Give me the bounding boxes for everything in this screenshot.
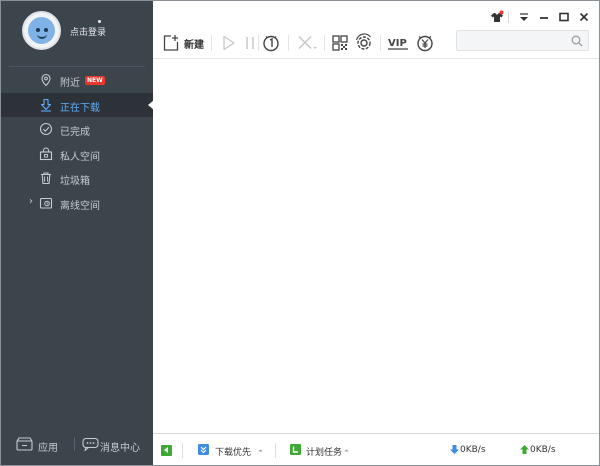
apps-icon bbox=[16, 437, 33, 451]
search-input[interactable] bbox=[461, 33, 566, 48]
collapse-sidebar-button[interactable] bbox=[161, 445, 172, 456]
trash-icon bbox=[41, 172, 51, 185]
sidebar-item-label: 正在下载 bbox=[60, 102, 100, 114]
login-link[interactable]: 点击登录 bbox=[70, 25, 106, 38]
search-icon[interactable] bbox=[571, 35, 583, 47]
status-bar: 下载优先 计划任务 0KB/s 0KB/s bbox=[153, 433, 599, 465]
svg-text:VIP: VIP bbox=[388, 38, 407, 49]
sidebar-item-downloading[interactable]: 正在下载 bbox=[1, 92, 154, 118]
notification-dot bbox=[98, 20, 101, 23]
sidebar-nav: 附近 NEW 正在下载 已完成 私人空间 垃圾箱 › 离线空间 bbox=[1, 68, 154, 216]
sidebar-footer: 应用 消息中心 bbox=[1, 429, 153, 465]
new-file-icon bbox=[163, 35, 179, 51]
maximize-button[interactable] bbox=[557, 10, 571, 24]
scheduled-task-label[interactable]: 计划任务 bbox=[306, 445, 342, 458]
qr-code-button[interactable] bbox=[330, 33, 350, 53]
menu-button[interactable] bbox=[517, 10, 531, 24]
chevron-right-icon[interactable]: › bbox=[29, 196, 33, 207]
user-profile[interactable]: 点击登录 bbox=[1, 1, 153, 61]
sidebar-item-offline-space[interactable]: › 离线空间 bbox=[1, 191, 153, 216]
toolbar-divider bbox=[211, 35, 212, 51]
money-button[interactable] bbox=[415, 33, 435, 53]
qr-code-icon bbox=[332, 35, 348, 51]
main-panel: 新建 VIP 下载优先 计划任务 0KB/s 0KB/s bbox=[153, 1, 599, 465]
download-arrow-icon bbox=[40, 98, 52, 112]
footer-divider bbox=[74, 437, 75, 451]
cloud-folder-icon bbox=[39, 197, 53, 209]
dropdown-arrow-icon[interactable] bbox=[258, 449, 263, 454]
scheduled-task-icon bbox=[290, 444, 301, 455]
sidebar-item-private-space[interactable]: 私人空间 bbox=[1, 142, 153, 167]
check-circle-icon bbox=[39, 123, 53, 136]
pause-button[interactable] bbox=[240, 33, 260, 53]
message-icon bbox=[82, 437, 99, 451]
toolbar-divider bbox=[288, 35, 289, 51]
location-pin-icon bbox=[41, 73, 51, 87]
sidebar-divider bbox=[9, 66, 145, 67]
upload-speed-icon bbox=[520, 445, 529, 454]
skin-button[interactable] bbox=[490, 10, 504, 24]
delete-button[interactable] bbox=[296, 33, 318, 53]
new-task-button[interactable] bbox=[161, 33, 181, 53]
new-badge: NEW bbox=[85, 76, 105, 85]
sidebar-item-label: 离线空间 bbox=[60, 200, 100, 212]
toolbar: 新建 VIP bbox=[153, 1, 599, 59]
avatar-face bbox=[28, 17, 55, 44]
speed-limit-button[interactable] bbox=[261, 33, 281, 53]
sidebar: 点击登录 附近 NEW 正在下载 已完成 私人空间 垃圾箱 › 离线空间 应用 … bbox=[1, 1, 154, 465]
download-priority-icon bbox=[198, 444, 209, 455]
sidebar-item-label: 已完成 bbox=[60, 127, 90, 139]
minimize-icon bbox=[540, 17, 548, 19]
toolbar-divider bbox=[258, 35, 259, 51]
sidebar-item-trash[interactable]: 垃圾箱 bbox=[1, 166, 153, 191]
search-box bbox=[456, 30, 589, 51]
download-list-area[interactable] bbox=[153, 60, 599, 433]
maximize-icon bbox=[559, 12, 569, 22]
sidebar-item-label: 垃圾箱 bbox=[60, 176, 90, 188]
sidebar-item-completed[interactable]: 已完成 bbox=[1, 117, 153, 142]
speed-limit-icon bbox=[263, 35, 279, 52]
message-center-label: 消息中心 bbox=[100, 443, 140, 454]
statusbar-divider bbox=[182, 443, 183, 458]
upload-speed: 0KB/s bbox=[530, 445, 556, 455]
vip-button[interactable]: VIP bbox=[387, 33, 409, 53]
download-speed-icon bbox=[450, 445, 459, 454]
download-speed: 0KB/s bbox=[460, 445, 486, 455]
menu-down-icon bbox=[520, 13, 528, 21]
close-button[interactable] bbox=[577, 10, 591, 24]
apps-button[interactable]: 应用 bbox=[16, 437, 66, 454]
settings-icon bbox=[355, 33, 371, 50]
vip-icon: VIP bbox=[388, 38, 408, 50]
winctrl-divider bbox=[508, 11, 509, 23]
avatar[interactable] bbox=[22, 11, 61, 50]
app-window: 点击登录 附近 NEW 正在下载 已完成 私人空间 垃圾箱 › 离线空间 应用 … bbox=[0, 0, 600, 466]
apps-label: 应用 bbox=[38, 443, 58, 454]
minimize-button[interactable] bbox=[537, 10, 551, 24]
message-center-button[interactable]: 消息中心 bbox=[82, 437, 144, 454]
play-icon bbox=[223, 35, 235, 51]
new-task-label[interactable]: 新建 bbox=[184, 36, 204, 51]
shirt-icon bbox=[491, 10, 504, 22]
sidebar-item-label: 附近 bbox=[60, 78, 80, 89]
close-icon bbox=[579, 12, 589, 22]
delete-icon bbox=[298, 35, 317, 50]
pause-icon bbox=[246, 37, 254, 49]
dropdown-arrow-icon[interactable] bbox=[344, 449, 349, 454]
toolbar-divider bbox=[324, 35, 325, 51]
statusbar-divider bbox=[275, 443, 276, 458]
toolbar-divider bbox=[380, 35, 381, 51]
sidebar-item-nearby[interactable]: 附近 NEW bbox=[1, 68, 153, 93]
money-icon bbox=[417, 35, 433, 52]
start-button[interactable] bbox=[219, 33, 239, 53]
lock-folder-icon bbox=[39, 147, 53, 160]
sidebar-item-label: 私人空间 bbox=[60, 151, 100, 163]
settings-button[interactable] bbox=[354, 33, 374, 53]
download-priority-label[interactable]: 下载优先 bbox=[215, 445, 251, 458]
